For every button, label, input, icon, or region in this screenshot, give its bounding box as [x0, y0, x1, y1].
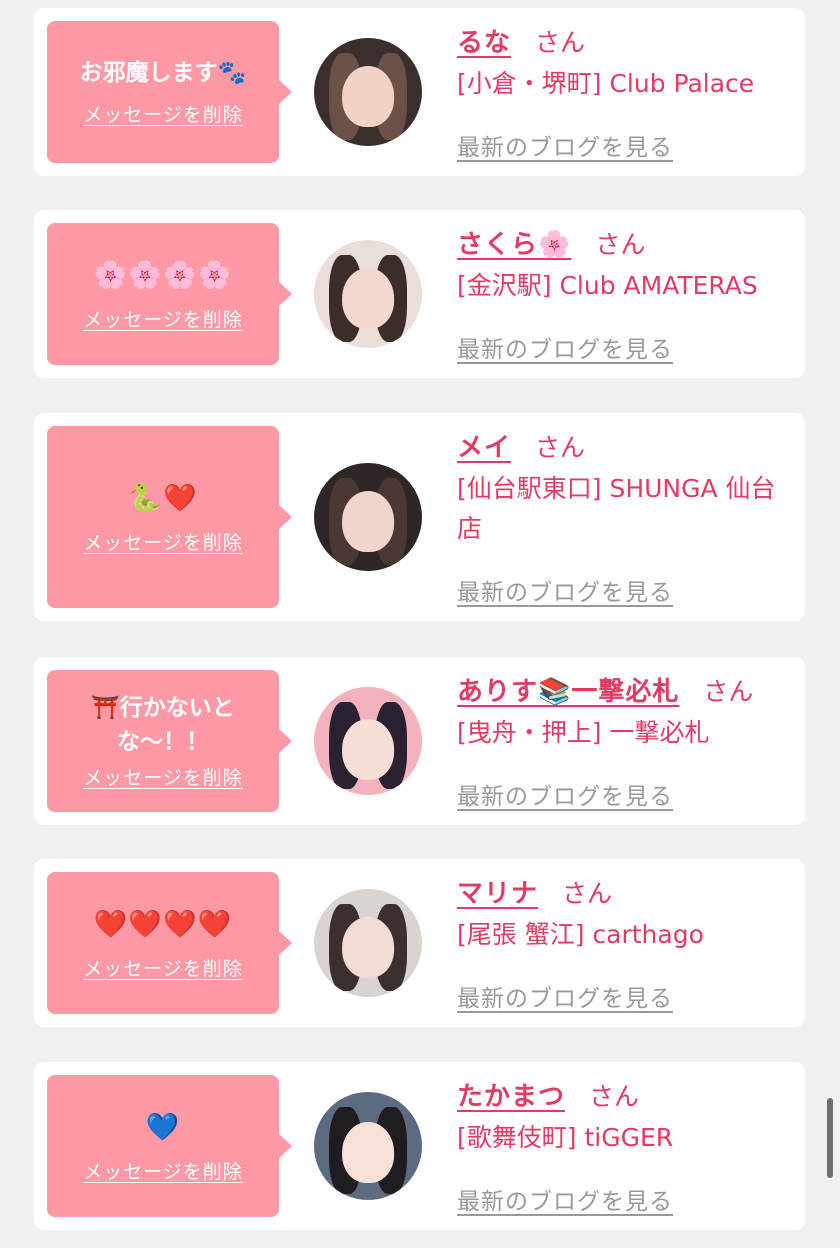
message-card: 💙 メッセージを削除 たかまつ さん [歌舞伎町] tiGGER 最新のブログを…: [34, 1062, 805, 1230]
girl-info: ありす📚一撃必札 さん [曳舟・押上] 一撃必札 最新のブログを見る: [457, 671, 793, 821]
message-text: お邪魔します🐾: [79, 59, 247, 86]
name-row: るな さん: [457, 22, 793, 59]
shop-label: [尾張 蟹江] carthago: [457, 920, 704, 949]
delete-message-link[interactable]: メッセージを削除: [83, 305, 243, 332]
message-card: 🐍❤️ メッセージを削除 メイ さん [仙台駅東口] SHUNGA 仙台店 最新…: [34, 413, 805, 621]
message-bubble: 🌸🌸🌸🌸 メッセージを削除: [47, 223, 292, 365]
latest-blog-link[interactable]: 最新のブログを見る: [457, 330, 673, 364]
honorific: さん: [595, 230, 646, 259]
honorific: さん: [535, 433, 586, 462]
avatar[interactable]: [314, 38, 422, 146]
name-row: たかまつ さん: [457, 1076, 793, 1113]
avatar-face: [342, 66, 394, 127]
girl-name-link[interactable]: たかまつ: [457, 1076, 565, 1113]
delete-message-link[interactable]: メッセージを削除: [83, 1157, 243, 1184]
latest-blog-link[interactable]: 最新のブログを見る: [457, 777, 673, 811]
message-card: 🌸🌸🌸🌸 メッセージを削除 さくら🌸 さん [金沢駅] Club AMATERA…: [34, 210, 805, 378]
girl-info: マリナ さん [尾張 蟹江] carthago 最新のブログを見る: [457, 873, 793, 1023]
message-text: ❤️❤️❤️❤️: [93, 908, 233, 940]
shop-label: [金沢駅] Club AMATERAS: [457, 271, 758, 300]
avatar-face: [342, 1122, 394, 1183]
avatar-face: [342, 719, 394, 780]
scrollbar-thumb[interactable]: [827, 1098, 833, 1178]
honorific: さん: [535, 28, 586, 57]
girl-info: たかまつ さん [歌舞伎町] tiGGER 最新のブログを見る: [457, 1076, 793, 1226]
message-text: 💙: [145, 1111, 181, 1143]
name-row: マリナ さん: [457, 873, 793, 910]
message-text: 🌸🌸🌸🌸: [93, 259, 233, 291]
shop-label: [曳舟・押上] 一撃必札: [457, 718, 710, 747]
message-bubble: ⛩️行かないとな〜！！ メッセージを削除: [47, 670, 292, 812]
message-card: ⛩️行かないとな〜！！ メッセージを削除 ありす📚一撃必札 さん [曳舟・押上]…: [34, 657, 805, 825]
girl-name-link[interactable]: マリナ: [457, 873, 538, 910]
avatar-face: [342, 491, 394, 552]
message-card: お邪魔します🐾 メッセージを削除 るな さん [小倉・堺町] Club Pala…: [34, 8, 805, 176]
avatar-face: [342, 917, 394, 978]
honorific: さん: [589, 1082, 640, 1111]
latest-blog-link[interactable]: 最新のブログを見る: [457, 573, 673, 607]
shop-label: [仙台駅東口] SHUNGA 仙台店: [457, 474, 776, 543]
message-bubble: 🐍❤️ メッセージを削除: [47, 426, 292, 608]
honorific: さん: [562, 879, 613, 908]
delete-message-link[interactable]: メッセージを削除: [83, 954, 243, 981]
avatar[interactable]: [314, 240, 422, 348]
delete-message-link[interactable]: メッセージを削除: [83, 528, 243, 555]
latest-blog-link[interactable]: 最新のブログを見る: [457, 979, 673, 1013]
avatar[interactable]: [314, 1092, 422, 1200]
girl-info: るな さん [小倉・堺町] Club Palace 最新のブログを見る: [457, 22, 793, 172]
message-bubble: 💙 メッセージを削除: [47, 1075, 292, 1217]
latest-blog-link[interactable]: 最新のブログを見る: [457, 128, 673, 162]
avatar[interactable]: [314, 889, 422, 997]
latest-blog-link[interactable]: 最新のブログを見る: [457, 1182, 673, 1216]
message-bubble: ❤️❤️❤️❤️ メッセージを削除: [47, 872, 292, 1014]
avatar[interactable]: [314, 687, 422, 795]
name-row: ありす📚一撃必札 さん: [457, 671, 793, 708]
message-text: ⛩️行かないとな〜！！: [91, 695, 235, 755]
shop-label: [歌舞伎町] tiGGER: [457, 1123, 674, 1152]
message-list: お邪魔します🐾 メッセージを削除 るな さん [小倉・堺町] Club Pala…: [0, 0, 840, 1248]
delete-message-link[interactable]: メッセージを削除: [83, 100, 243, 127]
avatar[interactable]: [314, 463, 422, 571]
girl-name-link[interactable]: メイ: [457, 427, 511, 464]
honorific: さん: [703, 677, 754, 706]
name-row: メイ さん: [457, 427, 793, 464]
delete-message-link[interactable]: メッセージを削除: [83, 763, 243, 790]
message-text: 🐍❤️: [128, 482, 198, 514]
girl-name-link[interactable]: るな: [457, 22, 511, 59]
message-card: ❤️❤️❤️❤️ メッセージを削除 マリナ さん [尾張 蟹江] carthag…: [34, 859, 805, 1027]
shop-label: [小倉・堺町] Club Palace: [457, 69, 755, 98]
girl-info: さくら🌸 さん [金沢駅] Club AMATERAS 最新のブログを見る: [457, 224, 793, 374]
name-row: さくら🌸 さん: [457, 224, 793, 261]
avatar-face: [342, 268, 394, 329]
girl-name-link[interactable]: さくら🌸: [457, 224, 571, 261]
girl-info: メイ さん [仙台駅東口] SHUNGA 仙台店 最新のブログを見る: [457, 427, 793, 617]
girl-name-link[interactable]: ありす📚一撃必札: [457, 671, 679, 708]
message-bubble: お邪魔します🐾 メッセージを削除: [47, 21, 292, 163]
